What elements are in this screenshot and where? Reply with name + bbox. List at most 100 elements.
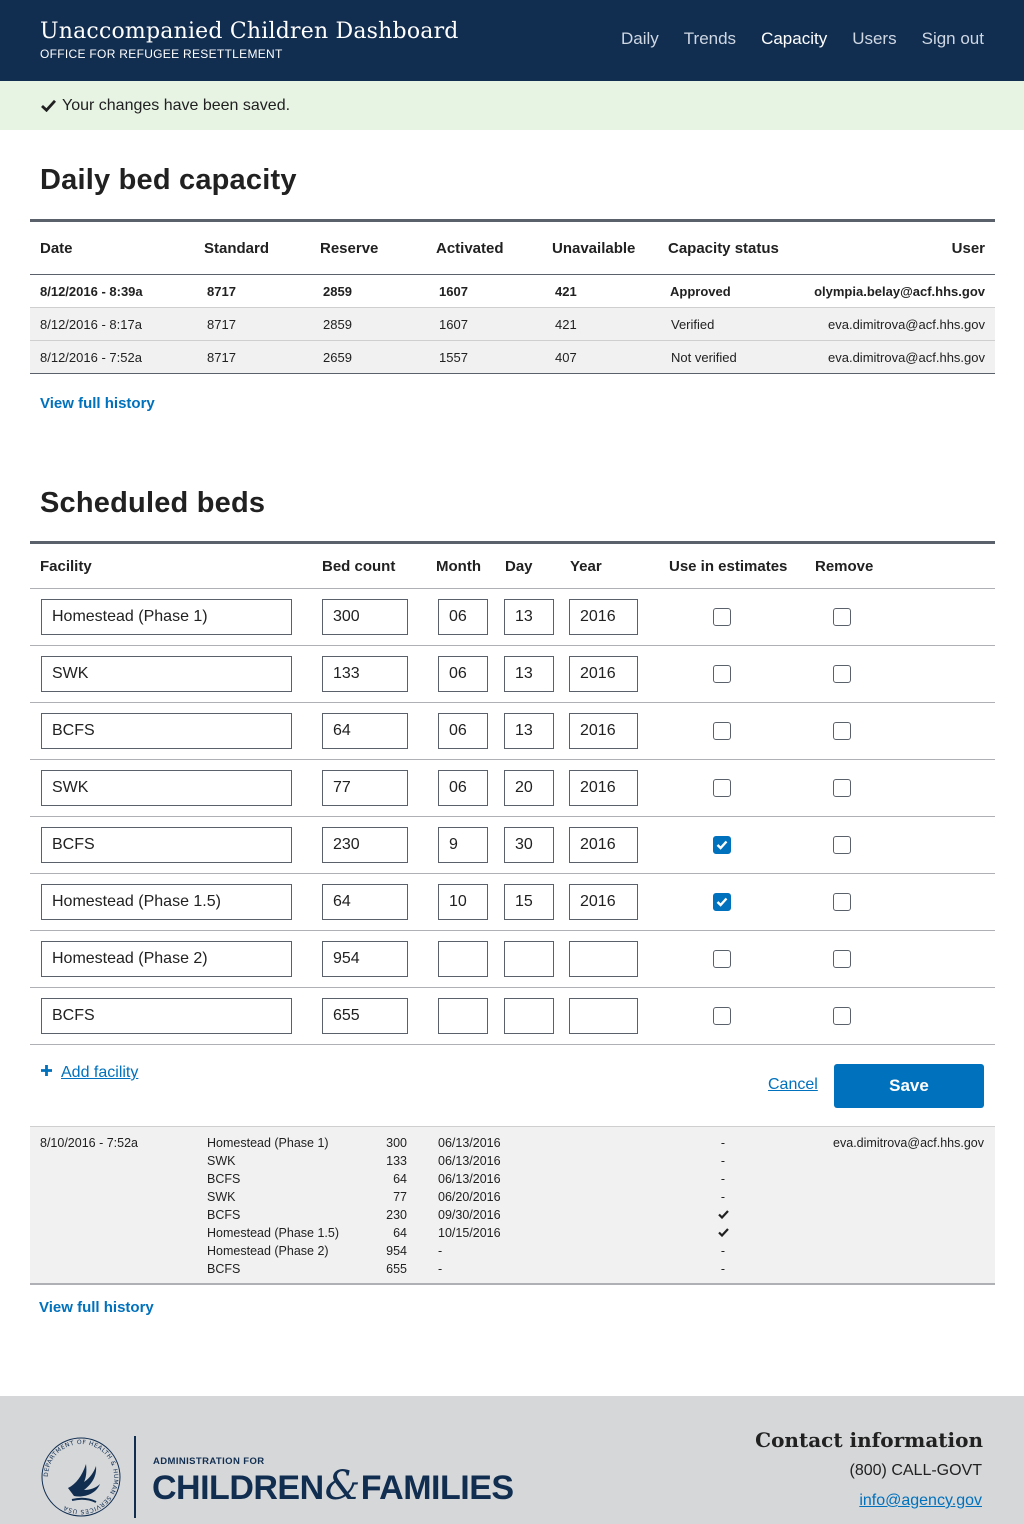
add-facility-button[interactable]: Add facility: [40, 1064, 138, 1082]
bed-count-input[interactable]: [322, 599, 408, 635]
nav-daily[interactable]: Daily: [621, 28, 659, 50]
year-input[interactable]: [569, 599, 638, 635]
col-year: Year: [570, 558, 602, 575]
day-input[interactable]: [504, 884, 554, 920]
history-date-value: 06/20/2016: [438, 1190, 501, 1204]
add-facility-label: Add facility: [61, 1064, 139, 1081]
use-in-estimates-checkbox[interactable]: [713, 665, 731, 683]
remove-checkbox[interactable]: [833, 893, 851, 911]
scheduled-history-link[interactable]: View full history: [39, 1299, 154, 1316]
nav-users[interactable]: Users: [852, 28, 896, 50]
facility-input[interactable]: [41, 941, 292, 977]
year-input[interactable]: [569, 713, 638, 749]
day-input[interactable]: [504, 998, 554, 1034]
history-date-value: 06/13/2016: [438, 1154, 501, 1168]
bed-count-input[interactable]: [322, 998, 408, 1034]
day-input[interactable]: [504, 827, 554, 863]
use-in-estimates-checkbox[interactable]: [713, 608, 731, 626]
cell-standard: 8717: [194, 340, 310, 374]
remove-checkbox[interactable]: [833, 836, 851, 854]
month-input[interactable]: [438, 599, 488, 635]
main-nav: Daily Trends Capacity Users Sign out: [621, 28, 984, 50]
remove-checkbox[interactable]: [833, 608, 851, 626]
bed-count-input[interactable]: [322, 656, 408, 692]
month-input[interactable]: [438, 656, 488, 692]
nav-capacity[interactable]: Capacity: [761, 28, 827, 50]
facility-input[interactable]: [41, 770, 292, 806]
month-input[interactable]: [438, 827, 488, 863]
remove-checkbox[interactable]: [833, 1007, 851, 1025]
cell-reserve: 2659: [310, 340, 426, 374]
cell-date: 8/12/2016 - 8:17a: [30, 307, 194, 341]
scheduled-table: Facility Bed count Month Day Year Use in…: [30, 541, 995, 1045]
year-input[interactable]: [569, 998, 638, 1034]
cell-date: 8/12/2016 - 8:39a: [30, 274, 194, 308]
day-input[interactable]: [504, 941, 554, 977]
year-input[interactable]: [569, 770, 638, 806]
plus-icon: [40, 1064, 53, 1082]
bed-count-input[interactable]: [322, 827, 408, 863]
cell-status: Approved: [658, 274, 798, 308]
month-input[interactable]: [438, 941, 488, 977]
month-input[interactable]: [438, 998, 488, 1034]
cell-user: eva.dimitrova@acf.hhs.gov: [798, 307, 995, 341]
history-facility: BCFS: [207, 1208, 241, 1222]
bed-count-input[interactable]: [322, 884, 408, 920]
day-input[interactable]: [504, 656, 554, 692]
capacity-history-link[interactable]: View full history: [40, 395, 155, 412]
cancel-button[interactable]: Cancel: [768, 1076, 818, 1094]
scheduled-history-entry: 8/10/2016 - 7:52a eva.dimitrova@acf.hhs.…: [30, 1126, 995, 1285]
history-bed-count: 300: [386, 1136, 407, 1150]
day-input[interactable]: [504, 770, 554, 806]
nav-trends[interactable]: Trends: [684, 28, 736, 50]
month-input[interactable]: [438, 884, 488, 920]
remove-checkbox[interactable]: [833, 722, 851, 740]
facility-input[interactable]: [41, 599, 292, 635]
table-row: [30, 646, 995, 703]
capacity-table: Date Standard Reserve Activated Unavaila…: [30, 219, 995, 374]
year-input[interactable]: [569, 884, 638, 920]
use-in-estimates-checkbox[interactable]: [713, 779, 731, 797]
use-in-estimates-checkbox[interactable]: [713, 836, 731, 854]
year-input[interactable]: [569, 941, 638, 977]
year-input[interactable]: [569, 827, 638, 863]
table-row: [30, 760, 995, 817]
history-bed-count: 230: [386, 1208, 407, 1222]
month-input[interactable]: [438, 770, 488, 806]
facility-input[interactable]: [41, 827, 292, 863]
use-in-estimates-checkbox[interactable]: [713, 950, 731, 968]
bed-count-input[interactable]: [322, 941, 408, 977]
history-facility: SWK: [207, 1154, 236, 1168]
facility-input[interactable]: [41, 998, 292, 1034]
cell-date: 8/12/2016 - 7:52a: [30, 340, 194, 374]
col-date: Date: [30, 220, 194, 275]
use-in-estimates-checkbox[interactable]: [713, 893, 731, 911]
history-bed-count: 655: [386, 1262, 407, 1276]
history-date-value: -: [438, 1262, 443, 1276]
table-row: [30, 931, 995, 988]
remove-checkbox[interactable]: [833, 665, 851, 683]
remove-checkbox[interactable]: [833, 950, 851, 968]
bed-count-input[interactable]: [322, 713, 408, 749]
site-footer: DEPARTMENT OF HEALTH & HUMAN SERVICES US…: [0, 1396, 1024, 1524]
cell-activated: 1557: [426, 340, 542, 374]
bed-count-input[interactable]: [322, 770, 408, 806]
facility-input[interactable]: [41, 884, 292, 920]
year-input[interactable]: [569, 656, 638, 692]
facility-input[interactable]: [41, 713, 292, 749]
day-input[interactable]: [504, 599, 554, 635]
remove-checkbox[interactable]: [833, 779, 851, 797]
contact-email-link[interactable]: info@agency.gov: [859, 1492, 982, 1510]
nav-sign-out[interactable]: Sign out: [922, 28, 984, 50]
save-button[interactable]: Save: [834, 1064, 984, 1108]
acf-logo: CHILDREN & FAMILIES: [152, 1466, 514, 1508]
use-in-estimates-checkbox[interactable]: [713, 722, 731, 740]
month-input[interactable]: [438, 713, 488, 749]
history-date-value: 06/13/2016: [438, 1136, 501, 1150]
site-title[interactable]: Unaccompanied Children Dashboard: [40, 17, 459, 47]
facility-input[interactable]: [41, 656, 292, 692]
history-facility: Homestead (Phase 1.5): [207, 1226, 340, 1240]
use-in-estimates-checkbox[interactable]: [713, 1007, 731, 1025]
cell-reserve: 2859: [310, 274, 426, 308]
day-input[interactable]: [504, 713, 554, 749]
